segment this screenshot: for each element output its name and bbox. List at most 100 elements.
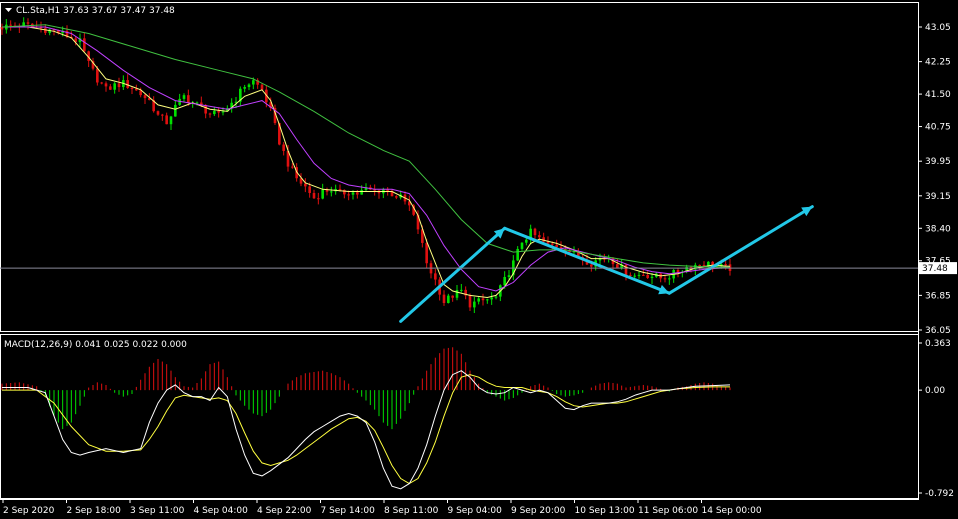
current-price-label: 37.48 (922, 264, 948, 274)
candle-body (100, 82, 103, 84)
candle-body (490, 297, 493, 300)
candle-body (646, 274, 649, 278)
candle-body (351, 192, 355, 195)
candle-body (663, 278, 667, 280)
candle-body (135, 88, 138, 91)
candle-body (481, 298, 485, 301)
time-tick-label: 8 Sep 11:00 (384, 506, 439, 516)
candle-body (195, 102, 199, 104)
price-tick-label: 36.05 (925, 326, 951, 336)
candle-body (143, 95, 147, 99)
candle-body (555, 244, 558, 248)
candle-body (321, 189, 324, 199)
time-tick-label: 7 Sep 14:00 (321, 506, 376, 516)
candle-body (629, 274, 632, 276)
candle-body (187, 95, 190, 103)
symbol-header: CL.Sta,H1 37.63 37.67 37.47 37.48 (16, 6, 175, 16)
macd-axis-ticks: 0.363 0.00 -0.792 (918, 339, 954, 499)
candle-body (304, 183, 307, 187)
candle-body (96, 68, 99, 83)
moving-averages (1, 24, 731, 299)
candle-body (252, 80, 255, 85)
candle-body (637, 274, 641, 276)
candle-body (109, 86, 112, 90)
time-tick-label: 14 Sep 00:00 (702, 506, 762, 516)
time-tick-label: 3 Sep 11:00 (130, 506, 185, 516)
macd-histogram (1, 347, 731, 430)
time-tick-label: 4 Sep 04:00 (194, 506, 249, 516)
candle-body (668, 278, 671, 280)
macd-lines (2, 370, 731, 490)
candle-body (260, 84, 264, 90)
candle-body (460, 289, 463, 291)
price-tick-label: 39.15 (925, 192, 951, 202)
candle-body (707, 261, 710, 266)
candle-body (247, 84, 251, 88)
candle-body (520, 242, 524, 249)
candle-body (182, 95, 186, 99)
time-axis-ticks: 2 Sep 2020 2 Sep 18:00 3 Sep 11:00 4 Sep 04… (2, 499, 762, 516)
candle-body (468, 295, 472, 308)
time-tick-label: 2 Sep 18:00 (67, 506, 122, 516)
trend-arrow-line (399, 226, 507, 323)
candle-body (126, 80, 129, 88)
candle-body (590, 264, 593, 267)
candle-body (312, 192, 316, 199)
time-tick-label: 10 Sep 13:00 (575, 506, 635, 516)
candle-body (113, 83, 116, 90)
candle-body (451, 295, 454, 298)
candle-body (104, 83, 108, 87)
candle-body (395, 196, 398, 198)
candle-body (473, 301, 476, 308)
price-tick-label: 42.25 (925, 58, 951, 68)
candle-body (165, 115, 168, 125)
time-tick-label: 11 Sep 06:00 (638, 506, 698, 516)
macd-tick-label: 0.00 (925, 386, 945, 396)
price-tick-label: 36.85 (925, 291, 951, 301)
price-tick-label: 40.75 (925, 123, 951, 133)
candle-body (702, 264, 706, 266)
candle-body (434, 273, 437, 280)
candle-body (516, 248, 519, 261)
candle-body (169, 116, 173, 125)
candle-body (217, 110, 220, 113)
trend-arrow-line (503, 226, 671, 295)
candle-body (221, 111, 225, 113)
candle-body (538, 235, 541, 238)
candle-body (642, 274, 645, 276)
price-panel-frame (0, 2, 919, 332)
candle-body (724, 264, 727, 266)
dropdown-triangle-icon[interactable] (5, 8, 12, 12)
candle-body (425, 242, 428, 264)
candle-body (347, 194, 350, 196)
candle-body (386, 189, 389, 191)
candle-body (525, 239, 528, 243)
moving-average-fast (2, 26, 731, 299)
price-tick-label: 41.50 (925, 90, 951, 100)
candle-body (477, 298, 480, 302)
current-price-marker: 37.48 (0, 262, 957, 275)
macd-panel-frame (0, 334, 919, 499)
candle-body (442, 294, 446, 303)
time-tick-label: 2 Sep 2020 (3, 506, 55, 516)
candle-body (291, 166, 294, 168)
candle-body (117, 83, 121, 88)
time-tick-label: 9 Sep 04:00 (448, 506, 503, 516)
candle-body (455, 290, 459, 298)
candle-body (83, 38, 86, 52)
candle-body (26, 22, 30, 24)
candle-body (161, 114, 164, 116)
candle-body (503, 276, 506, 286)
macd-main-line (2, 370, 731, 490)
candle-body (650, 276, 654, 278)
candle-body (360, 190, 363, 195)
macd-header: MACD(12,26,9) 0.041 0.025 0.022 0.000 (4, 340, 187, 350)
candle-body (204, 105, 207, 114)
candle-body (130, 87, 134, 89)
candle-body (282, 144, 285, 151)
price-tick-label: 43.05 (925, 23, 951, 33)
time-tick-label: 4 Sep 22:00 (257, 506, 312, 516)
candle-body (338, 188, 342, 190)
trend-arrow-line (667, 205, 814, 295)
candle-body (308, 186, 311, 193)
